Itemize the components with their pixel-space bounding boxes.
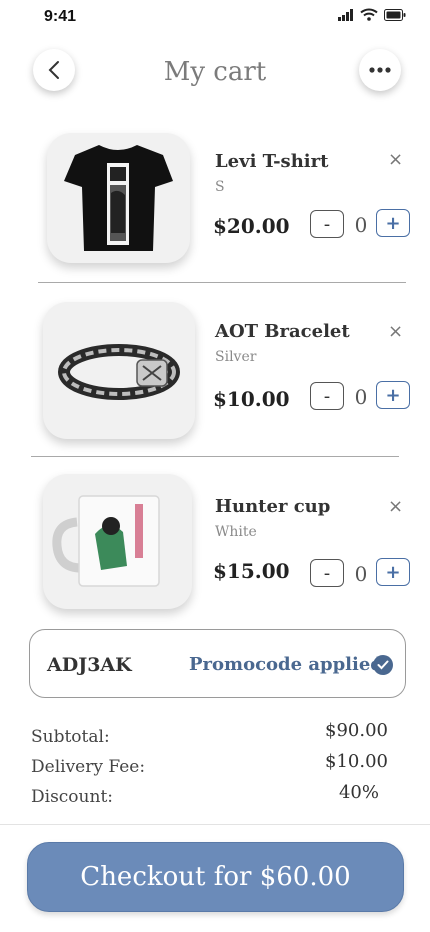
subtotal-value: $90.00 xyxy=(325,720,388,741)
item-price: $20.00 xyxy=(213,214,290,238)
cart-item: Levi T-shirt S × $20.00 - 0 + xyxy=(0,130,430,270)
battery-icon xyxy=(384,8,406,21)
quantity-value: 0 xyxy=(354,562,368,586)
quantity-increase-button[interactable]: + xyxy=(376,209,410,237)
quantity-increase-button[interactable]: + xyxy=(376,558,410,586)
wifi-icon xyxy=(360,8,378,21)
subtotal-label: Subtotal: xyxy=(31,727,110,747)
quantity-value: 0 xyxy=(354,213,368,237)
remove-item-button[interactable]: × xyxy=(388,149,403,170)
checkout-button[interactable]: Checkout for $60.00 xyxy=(27,842,404,912)
bracelet-icon xyxy=(58,344,180,400)
item-variant: White xyxy=(215,524,257,540)
signal-icon xyxy=(338,8,353,21)
item-image xyxy=(47,133,190,263)
item-price: $10.00 xyxy=(213,387,290,411)
item-variant: Silver xyxy=(215,349,257,365)
promo-code: ADJ3AK xyxy=(47,654,132,676)
quantity-increase-button[interactable]: + xyxy=(376,381,410,409)
status-icons xyxy=(338,8,406,21)
quantity-decrease-button[interactable]: - xyxy=(310,382,344,410)
mug-icon xyxy=(52,495,160,587)
item-price: $15.00 xyxy=(213,559,290,583)
delivery-fee-label: Delivery Fee: xyxy=(31,757,146,777)
check-circle-icon xyxy=(373,655,393,675)
remove-item-button[interactable]: × xyxy=(388,496,403,517)
item-name: Levi T-shirt xyxy=(215,151,329,172)
discount-value: 40% xyxy=(338,782,379,803)
cart-item: Hunter cup White × $15.00 - 0 + xyxy=(0,472,430,612)
status-time: 9:41 xyxy=(44,8,77,25)
cart-item: AOT Bracelet Silver × $10.00 - 0 + xyxy=(0,300,430,440)
promo-status: Promocode applied xyxy=(189,654,383,675)
delivery-fee-value: $10.00 xyxy=(325,751,388,772)
black-tshirt-icon xyxy=(64,145,173,251)
item-name: AOT Bracelet xyxy=(215,321,350,342)
quantity-decrease-button[interactable]: - xyxy=(310,559,344,587)
discount-label: Discount: xyxy=(31,787,114,807)
promo-code-box[interactable]: ADJ3AK Promocode applied xyxy=(29,629,406,698)
summary-divider xyxy=(0,824,430,825)
more-dots-icon xyxy=(369,67,391,73)
item-divider xyxy=(38,282,406,283)
status-bar: 9:41 xyxy=(0,0,430,34)
item-divider xyxy=(31,456,399,457)
quantity-value: 0 xyxy=(354,385,368,409)
remove-item-button[interactable]: × xyxy=(388,321,403,342)
quantity-decrease-button[interactable]: - xyxy=(310,210,344,238)
item-name: Hunter cup xyxy=(215,496,331,517)
item-image xyxy=(43,302,195,439)
item-image xyxy=(43,474,192,609)
item-variant: S xyxy=(215,179,225,195)
more-options-button[interactable] xyxy=(359,49,401,91)
header: My cart xyxy=(0,48,430,94)
